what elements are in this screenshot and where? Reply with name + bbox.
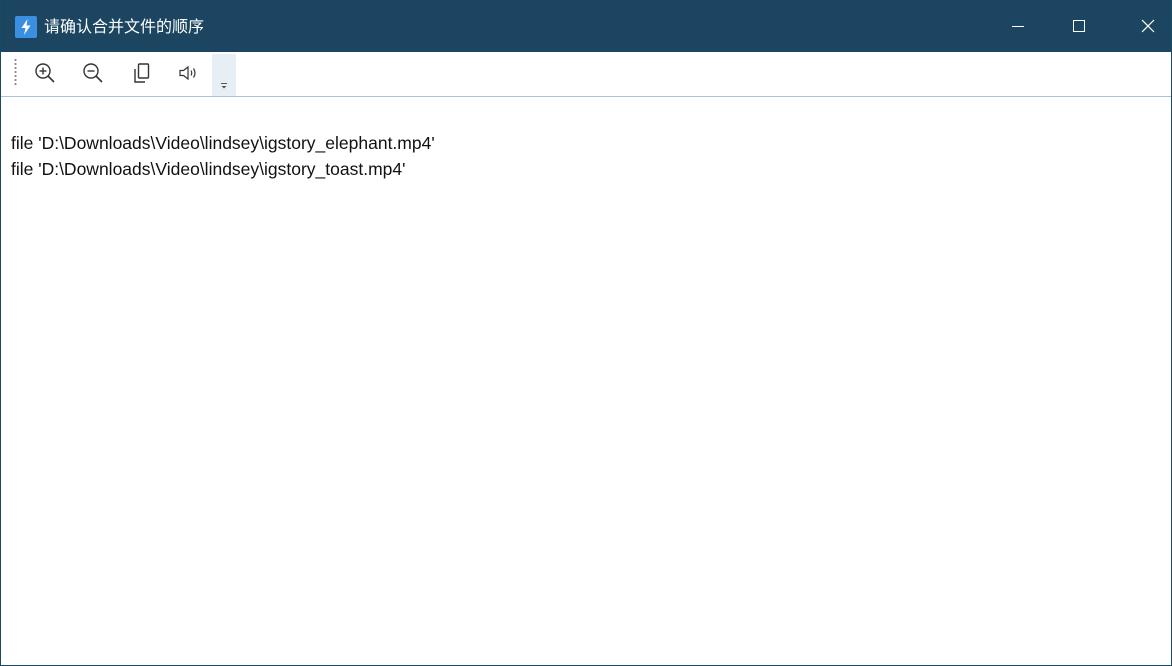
minimize-button[interactable]	[995, 0, 1041, 52]
zoom-out-icon	[83, 63, 103, 83]
toolbar-overflow-button[interactable]	[212, 54, 236, 96]
file-list-line: file 'D:\Downloads\Video\lindsey\igstory…	[11, 133, 435, 153]
window-title: 请确认合并文件的顺序	[44, 17, 205, 36]
speaker-icon	[179, 65, 196, 81]
maximize-button[interactable]	[1056, 0, 1102, 52]
copy-button[interactable]	[128, 59, 156, 87]
read-aloud-button[interactable]	[175, 59, 203, 87]
toolbar	[1, 52, 1171, 97]
lightning-icon	[15, 16, 37, 38]
close-icon	[1141, 19, 1155, 33]
maximize-icon	[1073, 20, 1085, 32]
file-list-line: file 'D:\Downloads\Video\lindsey\igstory…	[11, 159, 406, 179]
copy-icon	[134, 63, 150, 83]
zoom-in-button[interactable]	[31, 59, 59, 87]
minimize-icon	[1012, 26, 1024, 27]
zoom-in-icon	[35, 63, 55, 83]
title-bar[interactable]: 请确认合并文件的顺序	[1, 0, 1171, 52]
zoom-out-button[interactable]	[79, 59, 107, 87]
close-button[interactable]	[1125, 0, 1171, 52]
overflow-chevron-icon	[221, 83, 227, 89]
file-list-text-area[interactable]: file 'D:\Downloads\Video\lindsey\igstory…	[3, 97, 1169, 663]
toolbar-grip-handle[interactable]	[14, 58, 17, 86]
merge-order-window: 请确认合并文件的顺序 file 'D:\Downloads\Video\lind…	[0, 0, 1172, 666]
